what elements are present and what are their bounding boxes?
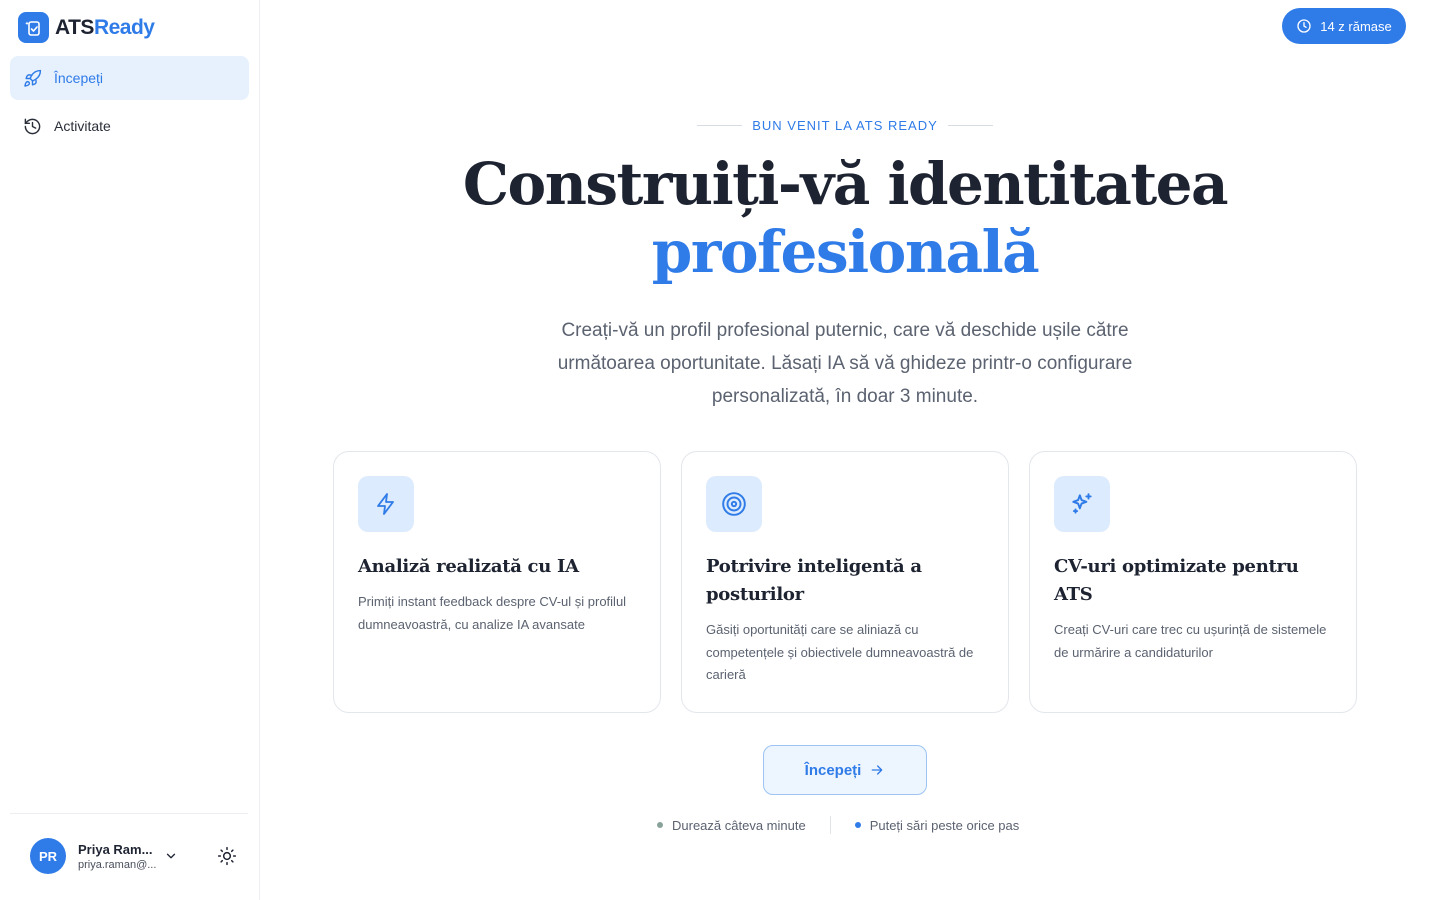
user-menu[interactable]: PR Priya Ram... priya.raman@... (30, 838, 178, 874)
start-button[interactable]: Începeți (763, 745, 927, 795)
lightning-icon (358, 476, 414, 532)
divider (10, 813, 248, 814)
feature-description: Găsiți oportunități care se aliniază cu … (706, 622, 974, 682)
app-name-part2: Ready (93, 15, 155, 39)
sidebar-nav: Începeți Activitate (10, 56, 249, 152)
page-title-highlight: profesională (651, 218, 1040, 286)
status-dot (854, 822, 861, 828)
divider (697, 125, 743, 126)
chevron-down-icon[interactable] (164, 849, 178, 863)
status-dot (657, 822, 663, 828)
rocket-icon (24, 69, 42, 87)
page-title: Construiți-vă identitatea profesională (380, 150, 1310, 286)
sidebar: ATSReady Începeți Activitate PR Priya Ra… (0, 0, 260, 900)
eyebrow-text: BUN VENIT LA ATS READY (752, 118, 938, 133)
note-text: Durează câteva minute (672, 817, 806, 833)
logo-icon (18, 12, 49, 43)
feature-card-job-matching: Potrivire inteligentă a posturilor Găsiț… (681, 451, 1009, 713)
theme-toggle-button[interactable] (215, 844, 239, 868)
note-text: Puteți sări peste orice pas (869, 817, 1020, 833)
feature-title: Potrivire inteligentă a posturilor (706, 556, 922, 605)
start-button-label: Începeți (804, 761, 862, 779)
feature-description: Creați CV-uri care trec cu ușurință de s… (1054, 622, 1327, 660)
history-icon (24, 118, 41, 134)
user-email: priya.raman@... (78, 858, 157, 871)
user-info: Priya Ram... priya.raman@... (78, 842, 156, 871)
app-name-part1: ATS (55, 15, 94, 39)
feature-card-ats-cv: CV-uri optimizate pentru ATS Creați CV-u… (1029, 451, 1357, 713)
user-name: Priya Ram... (78, 841, 153, 857)
target-icon (706, 476, 762, 532)
arrow-right-icon (872, 765, 883, 775)
sidebar-item-label: Începeți (54, 70, 104, 86)
note-duration: Durează câteva minute (657, 818, 806, 833)
sparkles-icon (1054, 476, 1110, 532)
note-skip: Puteți sări peste orice pas (854, 817, 1020, 833)
app-name: ATSReady (55, 15, 155, 40)
welcome-eyebrow: BUN VENIT LA ATS READY (697, 118, 994, 133)
clock-icon (1297, 19, 1311, 33)
feature-title: CV-uri optimizate pentru ATS (1054, 556, 1299, 605)
divider (947, 125, 994, 126)
page-title-line1: Construiți-vă identitatea (462, 150, 1229, 218)
trial-days-label: 14 z rămase (1320, 18, 1392, 34)
page-subtitle: Creați-vă un profil profesional puternic… (557, 320, 1133, 407)
feature-card-ai-analysis: Analiză realizată cu IA Primiți instant … (333, 451, 661, 713)
info-notes: Durează câteva minute Puteți sări peste … (657, 816, 1019, 834)
trial-days-badge[interactable]: 14 z rămase (1282, 8, 1406, 44)
divider (829, 816, 831, 834)
app-logo[interactable]: ATSReady (18, 12, 155, 43)
feature-description: Primiți instant feedback despre CV-ul și… (358, 594, 627, 632)
sun-icon (217, 846, 237, 866)
feature-title: Analiză realizată cu IA (358, 556, 579, 577)
sidebar-item-start[interactable]: Începeți (10, 56, 249, 100)
sidebar-item-label: Activitate (54, 118, 111, 134)
avatar: PR (30, 838, 66, 874)
sidebar-item-activity[interactable]: Activitate (10, 104, 249, 148)
